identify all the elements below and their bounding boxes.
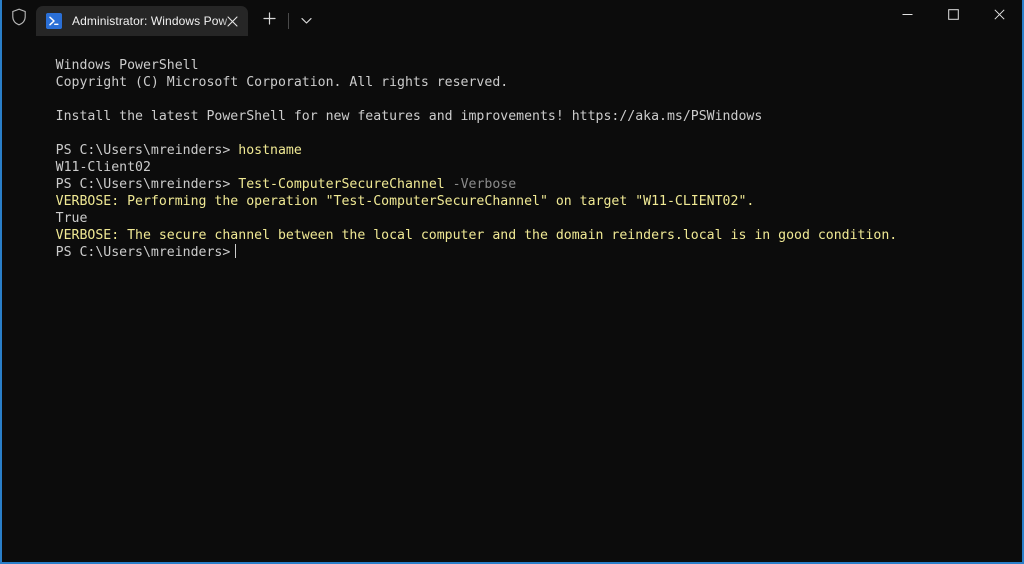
- terminal-text: Copyright (C) Microsoft Corporation. All…: [55, 75, 509, 90]
- terminal-text: True: [55, 211, 88, 226]
- terminal-text: Windows PowerShell: [55, 58, 199, 73]
- tab-dropdown-button[interactable]: [291, 6, 321, 36]
- terminal-text: VERBOSE: The secure channel between the …: [55, 228, 898, 243]
- tab-administrator-windows-powershell[interactable]: Administrator: Windows Pow: [36, 6, 248, 36]
- prompt-text: PS C:\Users\mreinders>: [55, 245, 231, 260]
- window-caption-buttons[interactable]: [884, 0, 1022, 32]
- title-bar[interactable]: Administrator: Windows Pow: [2, 0, 1022, 36]
- command-parameter: -Verbose: [452, 177, 517, 192]
- new-tab-button[interactable]: [252, 6, 286, 36]
- tab-close-icon[interactable]: [222, 11, 242, 31]
- terminal-line: Install the latest PowerShell for new fe…: [8, 91, 1022, 124]
- terminal-line: VERBOSE: The secure channel between the …: [8, 210, 1022, 243]
- command-text: Test-ComputerSecureChannel: [238, 177, 453, 192]
- terminal-prompt-line: PS C:\Users\mreinders> hostname: [8, 125, 1022, 158]
- terminal-output[interactable]: Windows PowerShell Copyright (C) Microso…: [2, 36, 1022, 562]
- terminal-line: Windows PowerShell: [8, 40, 1022, 73]
- terminal-prompt-line: PS C:\Users\mreinders> Test-ComputerSecu…: [8, 159, 1022, 192]
- text-cursor: [235, 244, 237, 258]
- chevron-down-icon: [300, 12, 312, 30]
- minimize-icon: [902, 7, 913, 25]
- powershell-window: Administrator: Windows Pow Windows Power…: [0, 0, 1024, 564]
- powershell-icon: [46, 13, 62, 29]
- shield-icon: [2, 0, 36, 36]
- terminal-text: Install the latest PowerShell for new fe…: [55, 109, 763, 124]
- maximize-icon: [947, 7, 959, 25]
- close-button[interactable]: [976, 0, 1022, 32]
- tab-strip[interactable]: Administrator: Windows Pow: [36, 0, 321, 36]
- prompt-text: PS C:\Users\mreinders>: [55, 177, 239, 192]
- command-text: hostname: [238, 143, 302, 158]
- prompt-text: PS C:\Users\mreinders>: [55, 143, 239, 158]
- terminal-text: VERBOSE: Performing the operation "Test-…: [55, 194, 755, 209]
- maximize-button[interactable]: [930, 0, 976, 32]
- close-icon: [993, 7, 1005, 25]
- minimize-button[interactable]: [884, 0, 930, 32]
- plus-icon: [262, 12, 276, 30]
- terminal-text: W11-Client02: [55, 160, 151, 175]
- tab-bar-separator: [288, 13, 289, 29]
